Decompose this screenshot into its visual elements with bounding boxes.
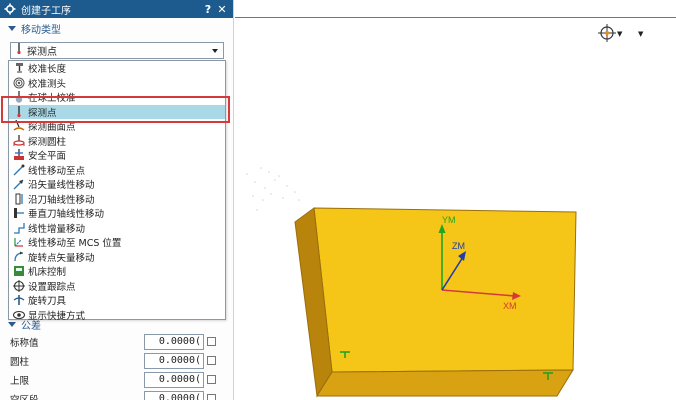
linear-incremental-move-icon — [13, 222, 25, 234]
field-label: 标称值 — [10, 337, 39, 349]
upper-limit-checkbox[interactable] — [207, 375, 216, 384]
show-shortcuts-icon — [13, 309, 25, 321]
dropdown-item-label: 设置跟踪点 — [28, 281, 76, 293]
cylinder-value-input[interactable] — [144, 352, 204, 369]
dropdown-item-rotate-tool[interactable]: 旋转刀具 — [9, 293, 225, 308]
linear-move-along-vector-icon — [13, 178, 25, 190]
set-tracking-point-icon — [13, 279, 25, 292]
y-axis-label: YM — [442, 215, 456, 225]
dropdown-item-machine-control[interactable]: 机床控制 — [9, 264, 225, 279]
dropdown-item-safe-plane[interactable]: 安全平面 — [9, 148, 225, 163]
dropdown-item-linear-move-along-tool-axis[interactable]: 沿刀轴线性移动 — [9, 192, 225, 207]
dropdown-item-calibrate-on-sphere[interactable]: 在球上校准 — [9, 90, 225, 105]
rotate-tool-icon — [13, 294, 25, 306]
dialog-title: 创建子工序 — [21, 5, 71, 17]
upper-limit-input[interactable] — [144, 371, 204, 388]
tolerance-field-row: 上限 — [0, 370, 234, 389]
dropdown-item-label: 线性增量移动 — [28, 223, 86, 235]
field-label: 圆柱 — [10, 356, 30, 368]
x-axis-label: XM — [503, 301, 517, 311]
probe-point-icon — [14, 43, 24, 58]
probe-surface-point-icon — [13, 120, 25, 132]
dropdown-item-linear-move-to-point[interactable]: 线性移动至点 — [9, 163, 225, 178]
field-label: 上限 — [10, 375, 30, 387]
nominal-checkbox[interactable] — [207, 337, 216, 346]
dropdown-item-calibrate-probe[interactable]: 校准测头 — [9, 76, 225, 91]
dropdown-item-linear-move-to-mcs[interactable]: 线性移动至 MCS 位置 — [9, 235, 225, 250]
dropdown-item-label: 显示快捷方式 — [28, 310, 86, 322]
dropdown-item-linear-move-along-vector[interactable]: 沿矢量线性移动 — [9, 177, 225, 192]
graphics-viewport[interactable]: ▼ ▼ YM ZM XM — [235, 0, 676, 400]
model-canvas: YM ZM XM — [246, 167, 577, 398]
dropdown-item-label: 线性移动至 MCS 位置 — [28, 238, 122, 250]
motion-type-select[interactable]: 探测点 — [10, 42, 224, 59]
dropdown-item-label: 校准测头 — [28, 78, 67, 90]
nominal-value-input[interactable] — [144, 333, 204, 350]
empty-zone-checkbox[interactable] — [207, 394, 216, 400]
block-front-face — [316, 369, 574, 397]
tracking-dots — [246, 167, 300, 211]
calibrate-probe-icon — [13, 77, 25, 89]
field-label: 空区段 — [10, 394, 39, 400]
z-axis-label: ZM — [452, 241, 465, 251]
dropdown-item-label: 探测点 — [28, 107, 57, 119]
tolerance-field-row: 标称值 — [0, 332, 234, 351]
dropdown-item-label: 垂直刀轴线性移动 — [28, 209, 105, 221]
dropdown-item-show-shortcuts[interactable]: 显示快捷方式 — [9, 308, 225, 323]
linear-move-to-mcs-icon — [13, 236, 25, 248]
tolerance-field-row: 空区段 — [0, 389, 234, 400]
tolerance-section: 公差 标称值 圆柱 上限 空区段 — [0, 316, 234, 400]
calibrate-on-sphere-icon — [13, 91, 25, 103]
linear-move-along-tool-axis-icon — [13, 193, 25, 205]
dialog-titlebar: 创建子工序 ? ✕ — [0, 0, 233, 18]
collapse-triangle-icon — [8, 321, 16, 327]
dropdown-item-label: 机床控制 — [28, 267, 67, 279]
dropdown-item-label: 探测圆柱 — [28, 136, 67, 148]
close-button[interactable]: ✕ — [215, 3, 229, 16]
tolerance-field-row: 圆柱 — [0, 351, 234, 370]
dropdown-item-label: 沿矢量线性移动 — [28, 180, 95, 192]
dropdown-item-probe-cylinder[interactable]: 探测圆柱 — [9, 134, 225, 149]
dropdown-item-label: 在球上校准 — [28, 93, 76, 105]
motion-type-selected-value: 探测点 — [27, 47, 57, 58]
dropdown-item-rotate-point-vector[interactable]: 旋转点矢量移动 — [9, 250, 225, 265]
dropdown-item-label: 安全平面 — [28, 151, 67, 163]
probe-cylinder-icon — [13, 134, 25, 147]
rotate-point-vector-icon — [13, 251, 25, 263]
motion-type-dropdown-list: 校准长度 校准测头 在球上校准 探测点 探测曲面点 探测圆柱 安全平面 线性移动… — [8, 60, 226, 323]
dropdown-item-label: 校准长度 — [28, 64, 67, 76]
cylinder-checkbox[interactable] — [207, 356, 216, 365]
machine-control-icon — [13, 265, 25, 277]
dropdown-item-label: 沿刀轴线性移动 — [28, 194, 95, 206]
dropdown-item-label: 探测曲面点 — [28, 122, 76, 134]
dropdown-item-label: 线性移动至点 — [28, 165, 86, 177]
safe-plane-icon — [13, 149, 25, 161]
dropdown-item-label: 旋转点矢量移动 — [28, 252, 95, 264]
dropdown-item-linear-move-perpendicular[interactable]: 垂直刀轴线性移动 — [9, 206, 225, 221]
dropdown-item-linear-incremental-move[interactable]: 线性增量移动 — [9, 221, 225, 236]
motion-type-header-label: 移动类型 — [21, 24, 61, 36]
dropdown-item-set-tracking-point[interactable]: 设置跟踪点 — [9, 279, 225, 294]
gear-icon — [4, 3, 16, 15]
dropdown-item-calibrate-length[interactable]: 校准长度 — [9, 61, 225, 76]
linear-move-to-point-icon — [13, 164, 25, 176]
dropdown-item-probe-point[interactable]: 探测点 — [9, 104, 225, 119]
linear-move-perpendicular-icon — [13, 207, 25, 219]
calibrate-length-icon — [13, 62, 25, 74]
help-button[interactable]: ? — [201, 3, 215, 16]
chevron-down-icon — [212, 48, 218, 53]
motion-type-section-header[interactable]: 移动类型 — [0, 18, 233, 38]
dropdown-item-label: 旋转刀具 — [28, 296, 67, 308]
empty-zone-input[interactable] — [144, 390, 204, 400]
dropdown-item-probe-surface-point[interactable]: 探测曲面点 — [9, 119, 225, 134]
probe-point-icon — [13, 105, 25, 118]
collapse-triangle-icon — [8, 25, 16, 31]
